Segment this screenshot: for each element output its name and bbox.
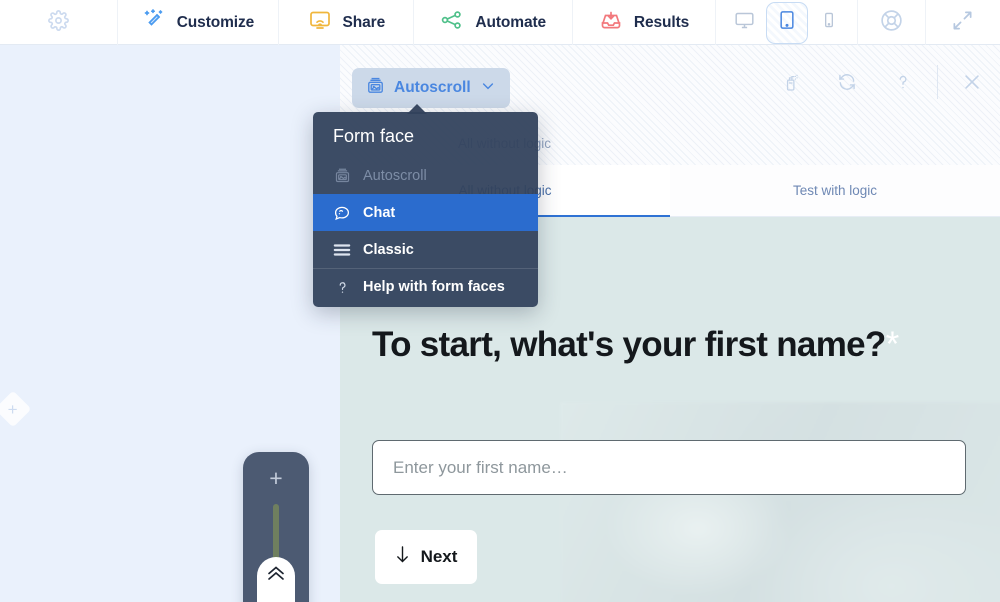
plus-glyph: + <box>8 399 18 419</box>
menu-item-autoscroll-label: Autoscroll <box>363 167 427 184</box>
app-root: Customize Share Automate Results + Test … <box>0 0 1000 602</box>
arrow-down-icon <box>395 545 410 569</box>
chevron-down-icon <box>480 78 496 99</box>
menu-item-chat-label: Chat <box>363 204 396 221</box>
results-label: Results <box>633 13 690 31</box>
expand-button[interactable] <box>926 0 1000 45</box>
close-icon[interactable] <box>944 45 1000 119</box>
menu-item-classic-label: Classic <box>363 241 414 258</box>
first-name-input[interactable]: Enter your first name… <box>372 440 966 495</box>
help-button[interactable] <box>858 0 926 45</box>
share-broadcast-icon <box>308 8 332 37</box>
menu-item-chat[interactable]: Chat <box>313 194 538 231</box>
tablet-icon <box>777 10 797 35</box>
mobile-icon <box>821 12 837 33</box>
results-inbox-icon <box>599 8 623 37</box>
menu-item-help-with-form-faces[interactable]: Help with form faces <box>313 268 538 305</box>
question-title: To start, what's your first name?* <box>372 322 932 369</box>
magic-wand-icon <box>142 8 166 37</box>
lifebuoy-icon <box>879 8 904 38</box>
background-photo <box>560 402 1000 602</box>
expand-arrows-icon <box>951 9 974 37</box>
automate-button[interactable]: Automate <box>414 0 574 45</box>
top-toolbar: Customize Share Automate Results <box>0 0 1000 45</box>
share-label: Share <box>342 13 386 31</box>
form-face-selector-label: Autoscroll <box>394 79 471 96</box>
desktop-icon <box>734 10 755 36</box>
menu-item-help-label: Help with form faces <box>363 279 505 295</box>
header-divider <box>937 65 938 99</box>
zoom-slider-widget[interactable]: + <box>243 452 309 602</box>
chat-bubble-icon <box>333 204 351 222</box>
question-mark-icon[interactable] <box>875 45 931 119</box>
device-tablet-button[interactable] <box>765 1 808 44</box>
form-face-card-icon <box>366 76 385 100</box>
refresh-icon[interactable] <box>819 45 875 119</box>
device-toggle-group <box>716 0 859 45</box>
double-chevron-up-icon <box>266 566 286 587</box>
gear-icon <box>47 9 69 36</box>
customize-label: Customize <box>176 13 255 31</box>
question-mark-icon <box>333 279 351 296</box>
diamond-add-icon[interactable]: + <box>0 390 32 428</box>
tab-test-with-logic-label: Test with logic <box>792 183 878 198</box>
question-text: To start, what's your first name? <box>372 325 886 364</box>
automate-nodes-icon <box>440 8 464 37</box>
device-mobile-button[interactable] <box>808 2 850 44</box>
classic-lines-icon <box>333 242 351 258</box>
form-face-menu: Form face Autoscroll Chat Classic Help w… <box>313 112 538 307</box>
share-button[interactable]: Share <box>279 0 415 45</box>
form-face-card-icon <box>333 167 351 184</box>
spray-paint-icon[interactable] <box>763 45 819 119</box>
menu-item-autoscroll[interactable]: Autoscroll <box>313 157 538 194</box>
slider-thumb[interactable] <box>257 557 295 602</box>
device-desktop-button[interactable] <box>724 2 766 44</box>
preview-header-actions <box>763 45 1000 119</box>
plus-icon[interactable]: + <box>243 467 309 490</box>
customize-button[interactable]: Customize <box>118 0 280 45</box>
results-button[interactable]: Results <box>573 0 716 45</box>
next-button[interactable]: Next <box>375 530 477 584</box>
tab-test-with-logic[interactable]: Test with logic <box>670 165 1000 217</box>
menu-item-classic[interactable]: Classic <box>313 231 538 268</box>
form-face-selector-button[interactable]: Autoscroll <box>352 68 510 108</box>
next-button-label: Next <box>420 547 458 566</box>
required-asterisk: * <box>885 325 900 364</box>
menu-title: Form face <box>333 126 415 146</box>
automate-label: Automate <box>475 13 547 31</box>
first-name-input-placeholder: Enter your first name… <box>393 457 568 477</box>
settings-button[interactable] <box>0 0 118 45</box>
